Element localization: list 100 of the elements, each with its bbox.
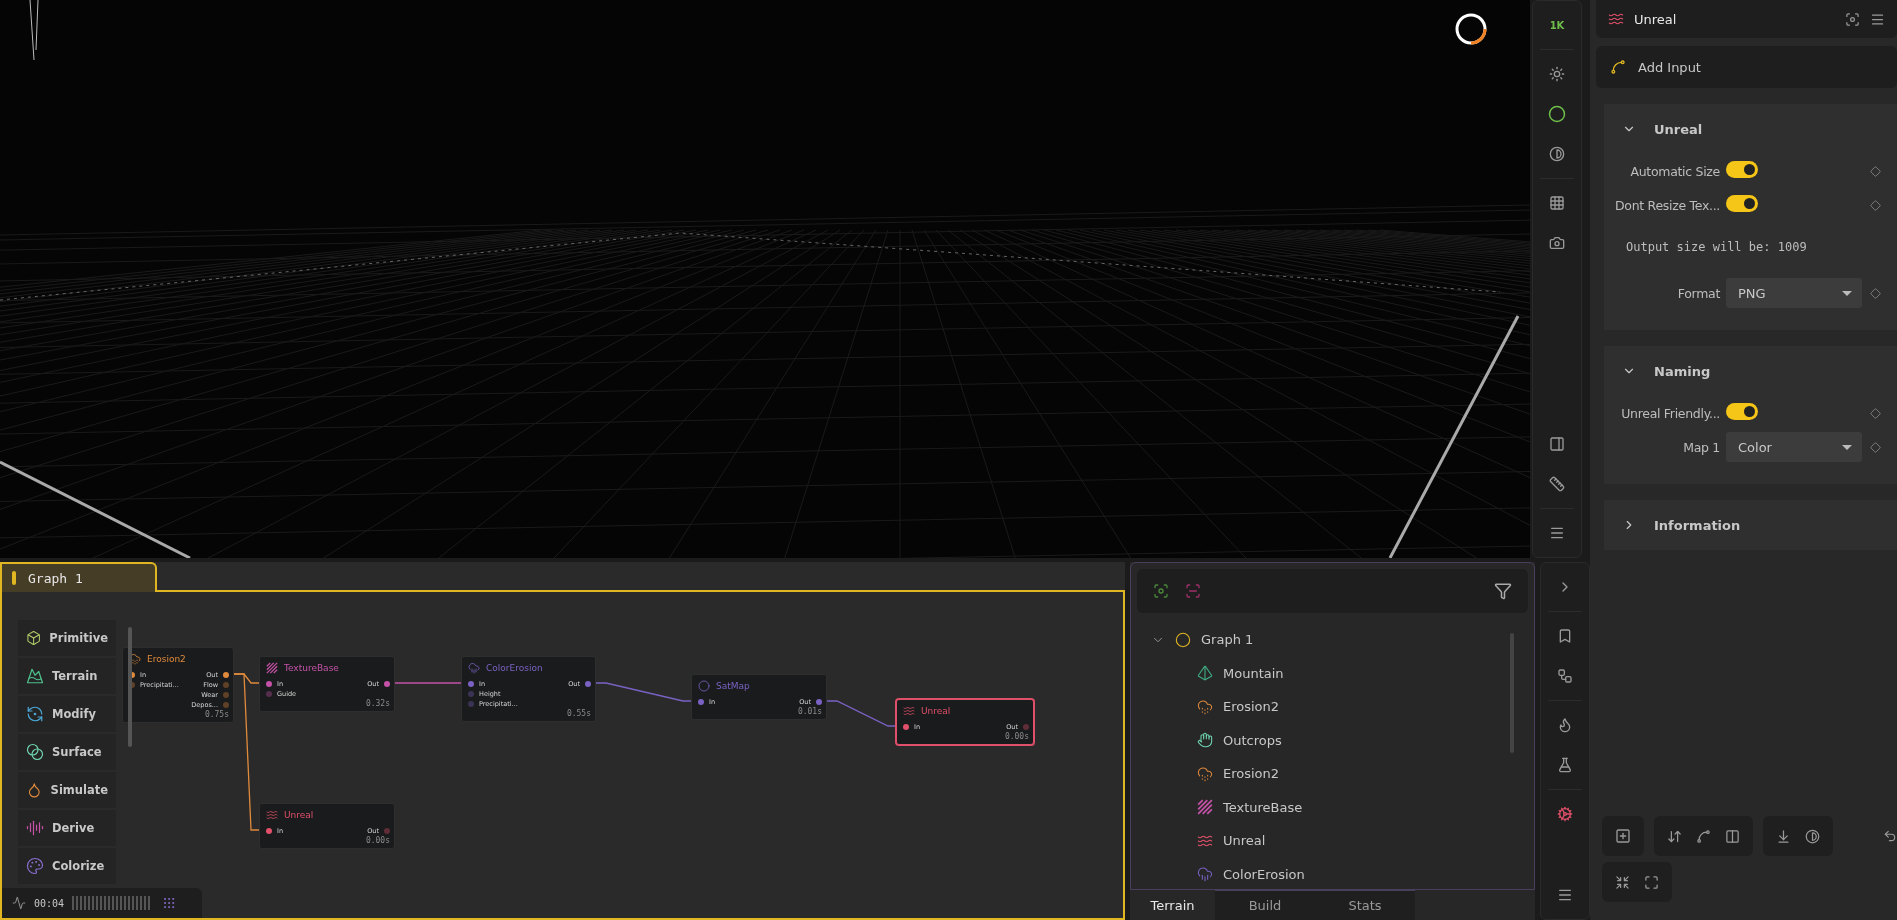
cloud-drizzle-icon [1197, 765, 1213, 782]
circle-icon [1548, 105, 1566, 123]
cloud-drizzle-icon [1197, 698, 1213, 715]
palette-item[interactable]: Terrain [18, 658, 116, 694]
pyramid-icon [1197, 665, 1213, 682]
palette-item[interactable]: Surface [18, 734, 116, 770]
cube-icon [26, 629, 42, 647]
tree-label: ColorErosion [1223, 866, 1305, 882]
swap-button[interactable] [1667, 828, 1682, 844]
rotate-icon [26, 705, 44, 723]
curve-button[interactable] [1696, 828, 1711, 844]
wire [394, 682, 462, 684]
palette-item[interactable]: Simulate [18, 772, 116, 808]
focus-button[interactable] [1845, 11, 1860, 27]
focus-icon [1153, 583, 1169, 599]
field-label: Automatic Size [1629, 163, 1720, 179]
contrast-icon [1805, 828, 1820, 844]
palette-item[interactable]: Derive [18, 810, 116, 846]
resolution-button[interactable]: 1K [1539, 7, 1575, 43]
camera-icon [1549, 235, 1565, 251]
section-header[interactable]: Unreal [1604, 104, 1897, 154]
focus-button[interactable] [1153, 583, 1169, 599]
shrink-icon [1615, 874, 1630, 890]
tree-item[interactable]: Mountain [1151, 656, 1528, 690]
node-time: 0.00s [1003, 732, 1029, 742]
field-label: Format [1676, 285, 1720, 301]
add-input-button[interactable]: Add Input [1596, 46, 1897, 88]
tree-item[interactable]: TextureBase [1151, 790, 1528, 824]
tree-item[interactable]: Erosion2 [1151, 690, 1528, 724]
shrink-button[interactable] [1615, 874, 1630, 890]
palette-item[interactable]: Colorize [18, 848, 116, 884]
dropdown[interactable]: Color [1726, 432, 1862, 462]
square-plus-icon [1615, 828, 1631, 844]
focus-icon [1845, 11, 1860, 27]
tree-item[interactable]: Erosion2 [1151, 757, 1528, 791]
toggle-switch[interactable] [1726, 194, 1758, 212]
tab[interactable]: Build [1215, 890, 1315, 920]
contrast-icon [1549, 146, 1565, 162]
scan-icon [1185, 583, 1201, 599]
node-time: 0.00s [364, 836, 390, 846]
menu-button[interactable] [1870, 11, 1885, 27]
tree-item[interactable]: Graph 1 [1151, 623, 1528, 657]
diamond-icon [1870, 441, 1881, 453]
arrows-up-down-icon [1667, 828, 1682, 844]
grid-icon [1549, 195, 1565, 211]
drop-button[interactable] [1776, 828, 1791, 844]
waves-icon [266, 809, 278, 821]
node-title: Unreal [284, 810, 314, 820]
section-header[interactable]: Naming [1604, 346, 1897, 396]
bookmark-icon [1557, 628, 1573, 644]
section-header[interactable]: Information [1604, 500, 1897, 550]
panel-icon [1549, 436, 1565, 452]
graph-tab[interactable]: Graph 1 [0, 562, 157, 592]
spline-icon [1610, 59, 1626, 75]
flame-icon [1557, 717, 1573, 733]
elapsed-time: 00:04 [34, 897, 65, 909]
node-time: 0.55s [565, 709, 591, 719]
node-title: Unreal [921, 706, 951, 716]
columns-button[interactable] [1725, 828, 1740, 844]
palette-item[interactable]: Primitive [18, 620, 116, 656]
palette-icon [26, 857, 44, 875]
dropdown[interactable]: PNG [1726, 278, 1862, 308]
node-time: 0.32s [364, 699, 390, 709]
tab[interactable]: Stats [1315, 890, 1415, 920]
arrow-down-to-line-icon [1776, 828, 1791, 844]
field-label: Unreal Friendly... [1620, 405, 1720, 421]
hatch-icon [266, 662, 278, 674]
orbit-gizmo-icon[interactable] [1455, 13, 1487, 45]
node-title: TextureBase [284, 663, 339, 673]
columns-icon [1725, 828, 1740, 844]
tree-item[interactable]: Unreal [1151, 824, 1528, 858]
ruler-icon [1549, 476, 1565, 492]
node-title: ColorErosion [486, 663, 543, 673]
mountain-icon [26, 667, 44, 685]
hand-icon [1197, 732, 1213, 749]
filter-button[interactable] [1494, 582, 1512, 600]
output-size-note: Output size will be: 1009 [1625, 239, 1808, 256]
tree-item[interactable]: Outcrops [1151, 723, 1528, 757]
node-time: 0.01s [796, 707, 822, 717]
tree-item[interactable]: ColorErosion [1151, 857, 1528, 883]
node-title: SatMap [716, 681, 750, 691]
flask-icon [1557, 757, 1573, 773]
fullscreen-button[interactable] [1644, 874, 1659, 890]
diamond-icon [1870, 165, 1881, 177]
menu-icon [1557, 887, 1573, 903]
audio-lines-icon [26, 819, 44, 837]
tree-label: TextureBase [1223, 799, 1303, 815]
undo-button[interactable] [1883, 829, 1897, 843]
fullscreen-icon [1644, 874, 1659, 890]
contrast-button[interactable] [1805, 828, 1820, 844]
grip-icon [162, 896, 177, 910]
tree-label: Outcrops [1223, 732, 1282, 748]
waves-icon [903, 705, 915, 717]
menu-icon [1870, 11, 1885, 27]
add-shape-button[interactable] [1615, 828, 1631, 844]
toggle-switch[interactable] [1726, 402, 1758, 420]
toggle-switch[interactable] [1726, 160, 1758, 178]
wire [826, 700, 897, 727]
menu-icon [1549, 525, 1565, 541]
palette-item[interactable]: Modify [18, 696, 116, 732]
